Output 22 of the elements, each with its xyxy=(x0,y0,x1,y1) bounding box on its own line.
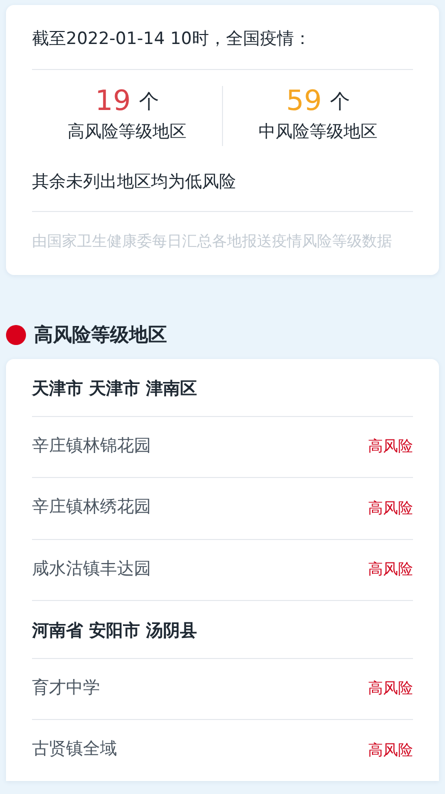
region-heading: 河南省 安阳市 汤阴县 xyxy=(32,620,198,644)
place-name: 辛庄镇林绣花园 xyxy=(32,496,151,520)
risk-level: 高风险 xyxy=(368,498,413,519)
risk-level: 高风险 xyxy=(368,559,413,580)
section-title: 高风险等级地区 xyxy=(34,322,167,348)
place-name: 辛庄镇林锦花园 xyxy=(32,434,151,458)
stat-unit: 个 xyxy=(138,88,159,116)
risk-level: 高风险 xyxy=(368,436,413,458)
place-name: 育才中学 xyxy=(32,676,100,700)
risk-level: 高风险 xyxy=(368,678,413,700)
place-name: 古贤镇全域 xyxy=(32,738,117,762)
stat-label: 中风险等级地区 xyxy=(258,121,378,144)
stat-count: 19 xyxy=(95,86,131,116)
source-note: 由国家卫生健康委每日汇总各地报送疫情风险等级数据 xyxy=(32,231,393,252)
stat-count: 59 xyxy=(286,86,322,116)
summary-title: 截至2022-01-14 10时，全国疫情： xyxy=(32,28,312,51)
stat-unit: 个 xyxy=(330,88,350,116)
summary-note: 其余未列出地区均为低风险 xyxy=(32,170,237,194)
place-name: 咸水沽镇丰达园 xyxy=(32,558,151,581)
stat-label: 高风险等级地区 xyxy=(66,121,188,144)
risk-level: 高风险 xyxy=(368,740,413,761)
region-heading: 天津市 天津市 津南区 xyxy=(32,378,198,402)
